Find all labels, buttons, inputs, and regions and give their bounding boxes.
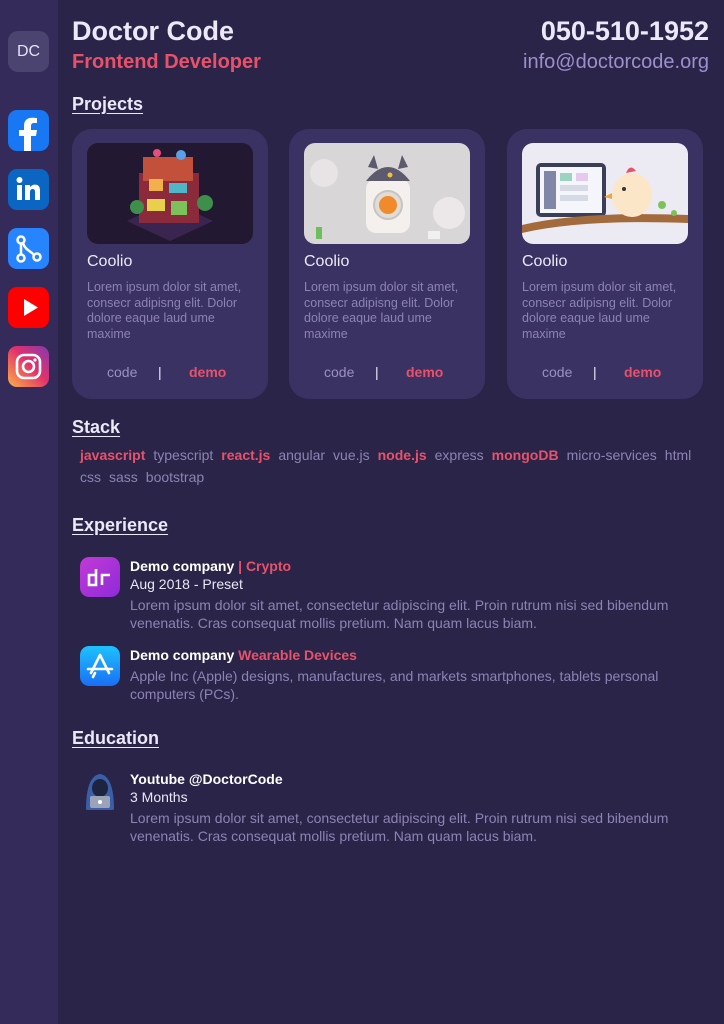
stack-tag: vue.js [333,447,370,463]
instagram-icon[interactable] [8,346,49,387]
stack-tag: angular [278,447,326,463]
youtube-icon[interactable] [8,287,49,328]
demo-link[interactable]: demo [624,364,661,380]
company-name: Demo company [130,647,235,663]
stack-tag: express [434,447,484,463]
demo-link[interactable]: demo [406,364,443,380]
profile-name: Doctor Code [72,16,234,46]
project-title: Coolio [304,253,350,270]
education-heading: Education [72,728,160,748]
stack-tag: node.js [377,447,427,463]
project-title: Coolio [87,253,133,270]
experience-description: Apple Inc (Apple) designs, manufactures,… [130,668,659,702]
sourcetree-icon[interactable] [8,228,49,269]
stack-tag: typescript [153,447,214,463]
project-links: code | demo [289,364,485,384]
stack-tag: javascript [80,447,146,463]
facebook-icon[interactable] [8,110,49,151]
code-link[interactable]: code [542,364,572,380]
sidebar: DC [0,0,58,1024]
stack-list: javascript typescript react.js angular vue.j… [80,444,712,488]
project-card: Coolio Lorem ipsum dolor sit amet, conse… [289,129,485,399]
education-description: Lorem ipsum dolor sit amet, consectetur … [130,810,669,844]
project-image[interactable] [87,143,253,244]
education-body: Youtube @DoctorCode 3 Months Lorem ipsum… [130,770,712,845]
project-card: Coolio Lorem ipsum dolor sit amet, conse… [72,129,268,399]
dr-logo-icon [80,557,120,597]
profile-phone[interactable]: 050-510-1952 [541,16,709,47]
app-store-icon [80,646,120,686]
project-image[interactable] [304,143,470,244]
linkedin-icon[interactable] [8,169,49,210]
profile-role: Frontend Developer [72,51,261,73]
stack-tag: html [664,447,692,463]
stack-tag: micro-services [566,447,657,463]
experience-title: Demo company | Crypto [130,557,712,575]
company-tag: | Crypto [238,558,292,574]
project-links: code | demo [72,364,268,384]
project-description: Lorem ipsum dolor sit amet, consecr adip… [522,280,677,341]
experience-body: Demo company | Crypto Aug 2018 - Preset … [130,557,712,632]
project-card: Coolio Lorem ipsum dolor sit amet, conse… [507,129,703,399]
project-links: code | demo [507,364,703,384]
experience-period: Aug 2018 - Preset [130,576,243,592]
education-period: 3 Months [130,789,188,805]
projects-heading: Projects [72,94,144,114]
stack-tag: mongoDB [491,447,559,463]
stack-tag: react.js [221,447,271,463]
avatar[interactable]: DC [8,31,49,72]
stack-tag: bootstrap [145,469,205,485]
education-title: Youtube @DoctorCode [130,771,283,787]
experience-title: Demo company Wearable Devices [130,646,712,664]
link-separator: | [375,364,379,380]
code-link[interactable]: code [107,364,137,380]
code-link[interactable]: code [324,364,354,380]
link-separator: | [158,364,162,380]
company-name: Demo company [130,558,235,574]
experience-heading: Experience [72,515,169,535]
demo-link[interactable]: demo [189,364,226,380]
project-title: Coolio [522,253,568,270]
experience-description: Lorem ipsum dolor sit amet, consectetur … [130,597,669,631]
stack-heading: Stack [72,417,121,437]
project-image[interactable] [522,143,688,244]
company-tag: Wearable Devices [238,647,357,663]
hacker-icon [80,770,120,810]
profile-email[interactable]: info@doctorcode.org [523,51,709,74]
project-description: Lorem ipsum dolor sit amet, consecr adip… [87,280,242,341]
stack-tag: css [80,469,101,485]
project-description: Lorem ipsum dolor sit amet, consecr adip… [304,280,459,341]
link-separator: | [593,364,597,380]
experience-body: Demo company Wearable Devices Apple Inc … [130,646,712,703]
stack-tag: sass [109,469,138,485]
